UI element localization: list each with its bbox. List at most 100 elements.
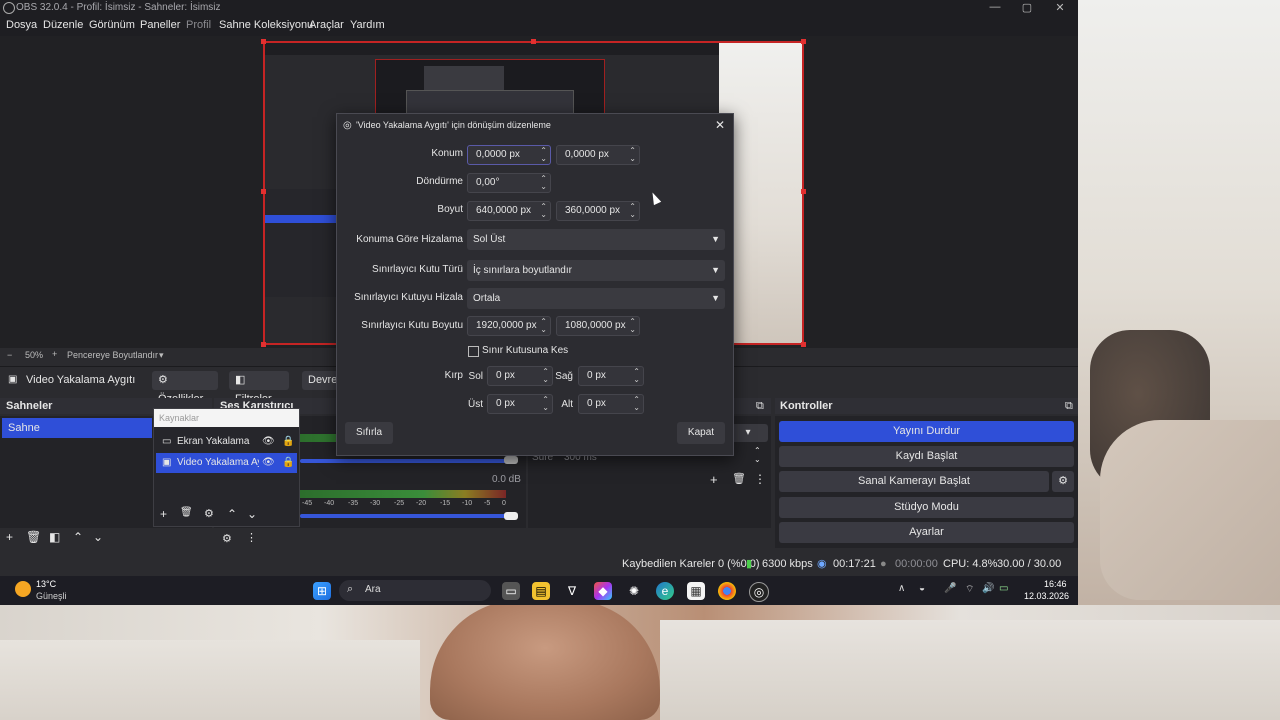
chrome-icon[interactable] <box>718 582 736 600</box>
spin-down-icon[interactable]: ⌄ <box>633 376 640 384</box>
bbox-type-select[interactable]: İç sınırlara boyutlandır ▼ <box>467 260 725 281</box>
bbox-h-input[interactable]: 1080,0000 px ⌃ ⌄ <box>556 316 640 336</box>
minimize-button[interactable]: — <box>985 1 1005 13</box>
menu-help[interactable]: Yardım <box>350 19 385 31</box>
lock-icon[interactable]: 🔒 <box>282 453 294 473</box>
clock-time[interactable]: 16:46 <box>1044 579 1067 589</box>
transition-menu-icon[interactable]: ⋮ <box>754 472 766 486</box>
stop-stream-button[interactable]: Yayını Durdur <box>779 421 1074 442</box>
volume-slider-top[interactable] <box>300 459 506 463</box>
close-window-button[interactable]: ✕ <box>1050 1 1070 14</box>
properties-button[interactable]: ⚙ Özellikler <box>152 371 218 405</box>
move-down-icon[interactable]: ⌄ <box>93 530 103 544</box>
vectr-icon[interactable]: ∇ <box>563 582 581 600</box>
spin-down-icon[interactable]: ⌄ <box>629 155 636 163</box>
virtual-camera-gear-icon[interactable]: ⚙ <box>1052 471 1074 492</box>
zoom-out-button[interactable]: − <box>7 350 12 360</box>
crop-top-input[interactable]: 0 px ⌃ ⌄ <box>487 394 553 414</box>
menu-profile[interactable]: Profil <box>186 19 211 31</box>
tray-chevron-icon[interactable]: ∧ <box>898 583 905 594</box>
eye-icon[interactable]: 👁 <box>262 453 275 473</box>
clock-date[interactable]: 12.03.2026 <box>1024 591 1069 601</box>
duration-spin[interactable]: ⌃ ⌄ <box>754 446 761 464</box>
zoom-in-button[interactable]: + <box>52 349 57 359</box>
resize-handle-br[interactable] <box>801 342 806 347</box>
source-properties-icon[interactable]: ⚙ <box>204 507 214 520</box>
volume-slider-bottom[interactable] <box>300 514 506 518</box>
weather-temp[interactable]: 13°C <box>36 579 56 589</box>
menu-view[interactable]: Görünüm <box>89 19 135 31</box>
obs-taskbar-icon[interactable]: ◎ <box>749 582 769 602</box>
remove-source-icon[interactable]: 🗑 <box>180 507 193 518</box>
chevron-down-icon[interactable]: ▾ <box>159 350 164 361</box>
spin-down-icon[interactable]: ⌄ <box>633 404 640 412</box>
scene-filter-icon[interactable]: ◧ <box>49 530 60 544</box>
spin-down-icon[interactable]: ⌄ <box>629 326 636 334</box>
resize-handle-tl[interactable] <box>261 39 266 44</box>
add-source-icon[interactable]: + <box>160 507 167 521</box>
resize-handle-t[interactable] <box>531 39 536 44</box>
tray-app-icon[interactable]: ◒ <box>919 583 925 594</box>
virtual-camera-button[interactable]: Sanal Kamerayı Başlat <box>779 471 1049 492</box>
menu-docks[interactable]: Paneller <box>140 19 180 31</box>
taskbar-search[interactable]: ⌕ Ara <box>339 580 491 601</box>
undock-controls-icon[interactable]: ⧉ <box>1065 398 1073 414</box>
copilot-icon[interactable]: ◆ <box>594 582 612 600</box>
size-w-input[interactable]: 640,0000 px ⌃ ⌄ <box>467 201 551 221</box>
resize-handle-r[interactable] <box>801 189 806 194</box>
menu-scene-collection[interactable]: Sahne Koleksiyonu <box>219 19 313 31</box>
filters-button[interactable]: ◧ Filtreler <box>229 371 289 405</box>
lock-icon[interactable]: 🔒 <box>282 433 294 451</box>
menu-tools[interactable]: Araçlar <box>309 19 344 31</box>
maximize-button[interactable]: ▢ <box>1017 1 1037 14</box>
eye-icon[interactable]: 👁 <box>262 433 275 451</box>
task-view-icon[interactable]: ▭ <box>502 582 520 600</box>
source-item-video[interactable]: ▣ Video Yakalama Ay 👁 🔒 <box>156 453 297 473</box>
crop-to-bounds-checkbox[interactable] <box>468 346 479 357</box>
windows-start-icon[interactable]: ⊞ <box>313 582 331 600</box>
chatgpt-icon[interactable]: ✺ <box>625 582 643 600</box>
trash-icon[interactable]: 🗑 <box>26 530 41 544</box>
rotation-input[interactable]: 0,00° ⌃ ⌄ <box>467 173 551 193</box>
volume-icon[interactable]: 🔊 <box>982 583 994 594</box>
remove-transition-icon[interactable]: 🗑 <box>732 472 746 485</box>
settings-button[interactable]: Ayarlar <box>779 522 1074 543</box>
wifi-icon[interactable]: ⌔ <box>965 583 974 596</box>
spin-down-icon[interactable]: ⌄ <box>540 183 547 191</box>
crop-left-input[interactable]: 0 px ⌃ ⌄ <box>487 366 553 386</box>
position-y-input[interactable]: 0,0000 px ⌃ ⌄ <box>556 145 640 165</box>
size-h-input[interactable]: 360,0000 px ⌃ ⌄ <box>556 201 640 221</box>
resize-handle-bl[interactable] <box>261 342 266 347</box>
source-up-icon[interactable]: ⌃ <box>227 507 237 521</box>
resize-handle-l[interactable] <box>261 189 266 194</box>
undock-icon[interactable]: ⧉ <box>756 398 764 414</box>
microphone-icon[interactable]: 🎤 <box>944 583 956 594</box>
battery-icon[interactable]: ▭ <box>999 583 1008 594</box>
advanced-audio-icon[interactable]: ⚙ <box>222 532 232 545</box>
slider-knob-bottom[interactable] <box>504 512 518 520</box>
transition-dropdown[interactable]: ▾ <box>728 424 768 442</box>
add-scene-icon[interactable]: + <box>6 530 13 544</box>
weather-text[interactable]: Güneşli <box>36 591 67 601</box>
mixer-menu-icon[interactable]: ⋮ <box>246 531 257 544</box>
add-transition-icon[interactable]: + <box>710 472 718 487</box>
file-explorer-icon[interactable]: ▤ <box>532 582 550 600</box>
crop-right-input[interactable]: 0 px ⌃ ⌄ <box>578 366 644 386</box>
resize-handle-tr[interactable] <box>801 39 806 44</box>
bbox-w-input[interactable]: 1920,0000 px ⌃ ⌄ <box>467 316 551 336</box>
spin-down-icon[interactable]: ⌄ <box>540 211 547 219</box>
spin-down-icon[interactable]: ⌄ <box>540 155 547 163</box>
slider-knob[interactable] <box>504 456 518 464</box>
spin-down-icon[interactable]: ⌄ <box>540 326 547 334</box>
spin-down-icon[interactable]: ⌄ <box>629 211 636 219</box>
fit-to-window[interactable]: Pencereye Boyutlandır <box>67 350 158 360</box>
bbox-align-select[interactable]: Ortala ▼ <box>467 288 725 309</box>
position-x-input[interactable]: 0,0000 px ⌃ ⌄ <box>467 145 551 165</box>
studio-mode-button[interactable]: Stüdyo Modu <box>779 497 1074 518</box>
crop-bottom-input[interactable]: 0 px ⌃ ⌄ <box>578 394 644 414</box>
scene-item[interactable]: Sahne <box>2 418 152 438</box>
edge-icon[interactable]: e <box>656 582 674 600</box>
alignment-select[interactable]: Sol Üst ▼ <box>467 229 725 250</box>
store-icon[interactable]: ▦ <box>687 582 705 600</box>
close-icon[interactable]: ✕ <box>715 118 725 132</box>
